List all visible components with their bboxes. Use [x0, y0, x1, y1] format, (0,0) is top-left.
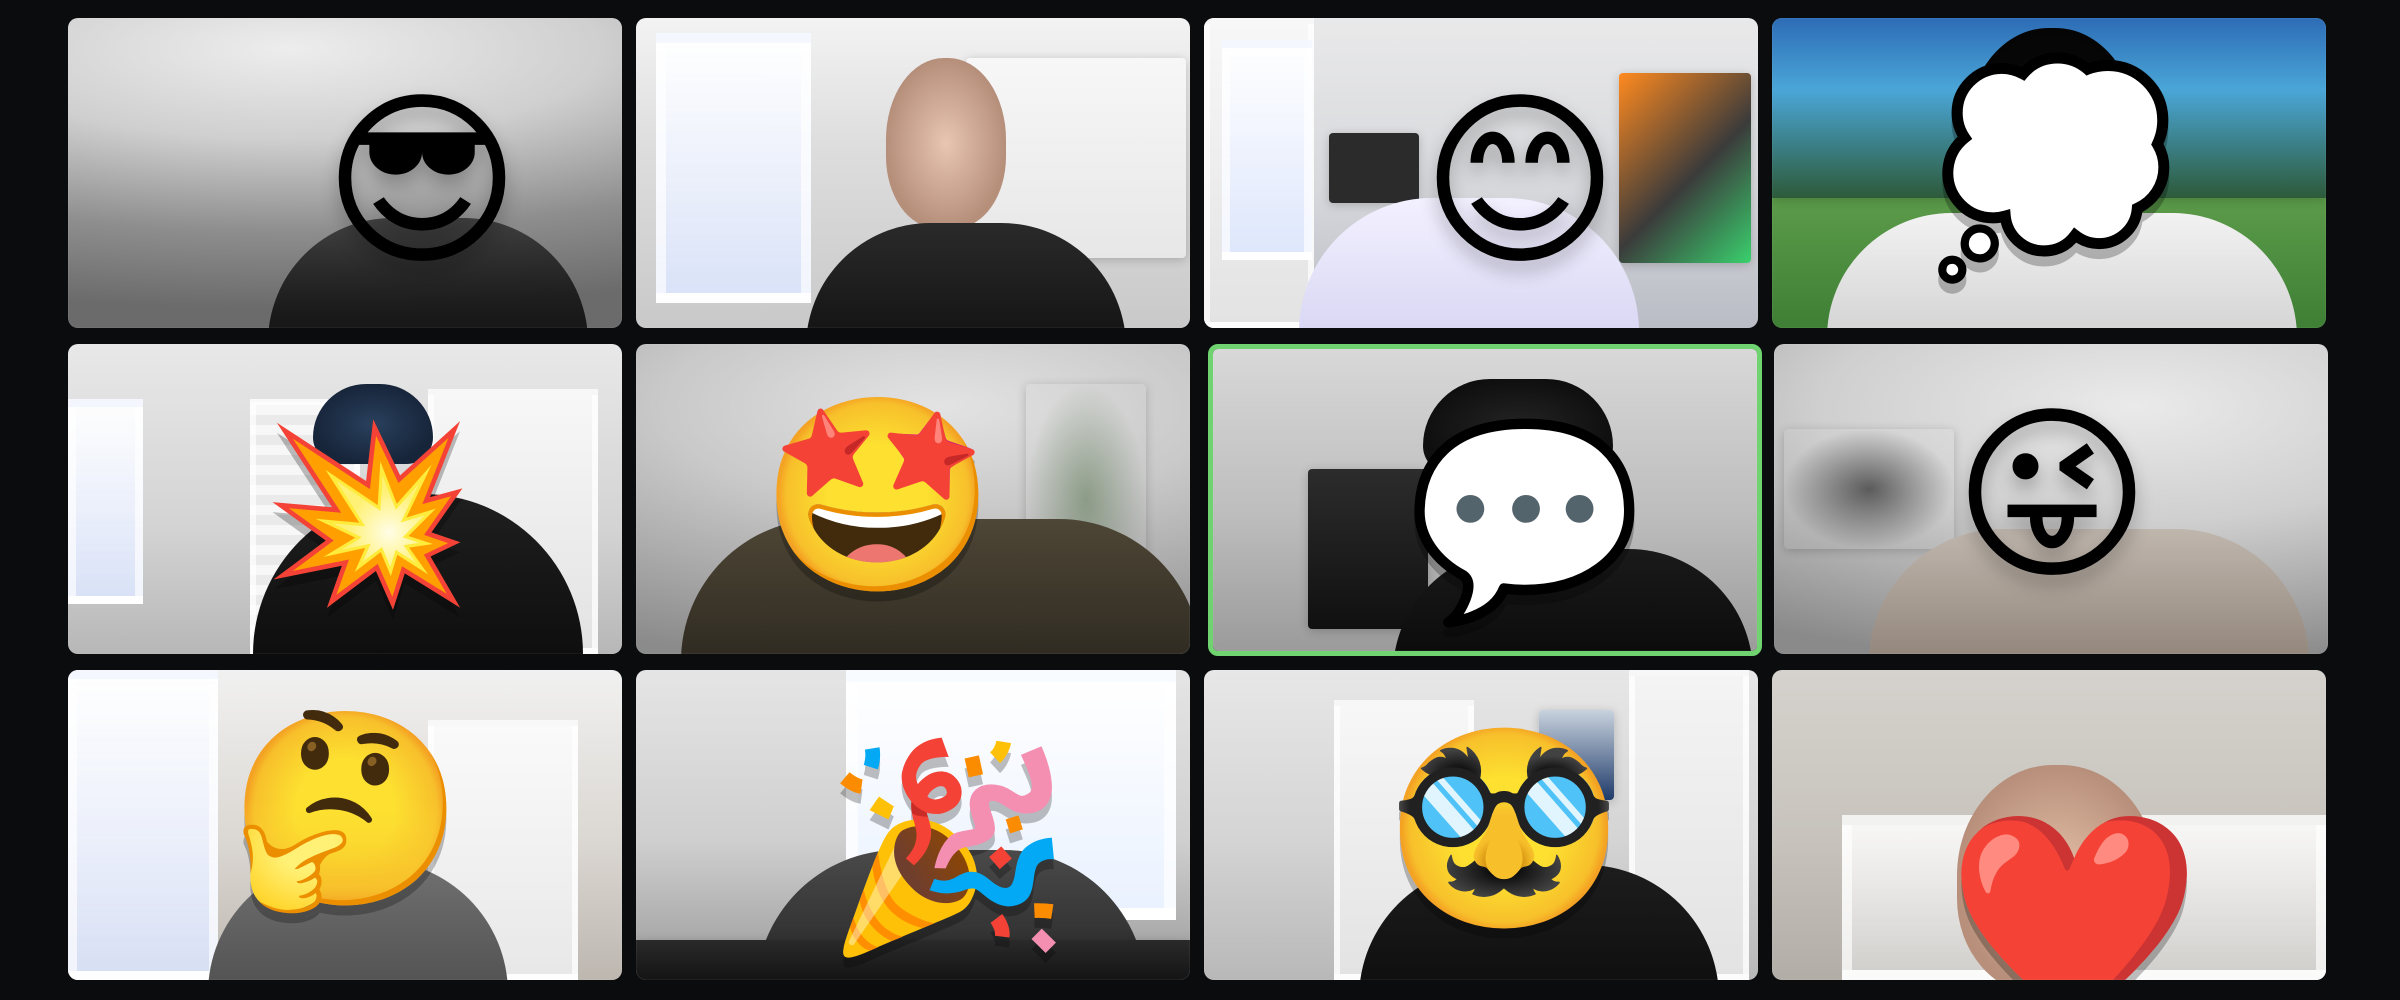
video-tile-6[interactable]: 🤩	[636, 344, 1190, 654]
participant-silhouette	[1869, 529, 2309, 654]
window	[1222, 40, 1312, 260]
participant-hat	[313, 384, 433, 464]
video-tile-1[interactable]: 😎	[68, 18, 622, 328]
video-feed	[1204, 670, 1758, 980]
video-tile-3[interactable]: 😊	[1204, 18, 1758, 328]
speaker-blur	[1784, 429, 1954, 549]
wall-art	[1539, 710, 1614, 800]
video-feed	[1204, 18, 1758, 328]
video-tile-10[interactable]: 🎉	[636, 670, 1190, 980]
video-tile-4[interactable]: 💭	[1772, 18, 2326, 328]
video-feed	[68, 670, 622, 980]
video-feed	[68, 18, 622, 328]
wall-art	[1619, 73, 1751, 263]
arcade-machine	[1308, 469, 1428, 629]
desk	[636, 940, 1190, 980]
video-feed	[68, 344, 622, 654]
video-tile-5[interactable]: 💥	[68, 344, 622, 654]
video-tile-2[interactable]	[636, 18, 1190, 328]
participant-silhouette	[1827, 213, 2297, 328]
participant-silhouette	[268, 218, 588, 328]
participant-silhouette	[1393, 549, 1753, 651]
video-feed	[636, 18, 1190, 328]
participant-silhouette	[681, 519, 1190, 654]
video-tile-12[interactable]: ❤️	[1772, 670, 2326, 980]
video-tile-11[interactable]: 🥸	[1204, 670, 1758, 980]
window	[656, 33, 811, 303]
video-tile-8[interactable]: 😜	[1774, 344, 2328, 654]
video-feed	[1213, 349, 1757, 651]
participant-hat	[1423, 379, 1613, 474]
video-feed	[1774, 344, 2328, 654]
video-feed	[1772, 18, 2326, 328]
window	[68, 399, 143, 604]
tv-screen	[1329, 133, 1419, 203]
video-gallery: 😎 😊 💭 💥 🤩 💬 😜 🤔 🎉 🥸 ❤️	[0, 0, 2400, 1000]
participant-face	[886, 58, 1006, 228]
window	[68, 670, 218, 980]
video-feed	[636, 344, 1190, 654]
video-feed	[636, 670, 1190, 980]
video-feed	[1772, 670, 2326, 980]
participant-silhouette	[1299, 198, 1639, 328]
participant-face	[1957, 765, 2157, 980]
video-tile-7-active-speaker[interactable]: 💬	[1208, 344, 1762, 656]
video-tile-9[interactable]: 🤔	[68, 670, 622, 980]
participant-hair	[1967, 28, 2137, 238]
